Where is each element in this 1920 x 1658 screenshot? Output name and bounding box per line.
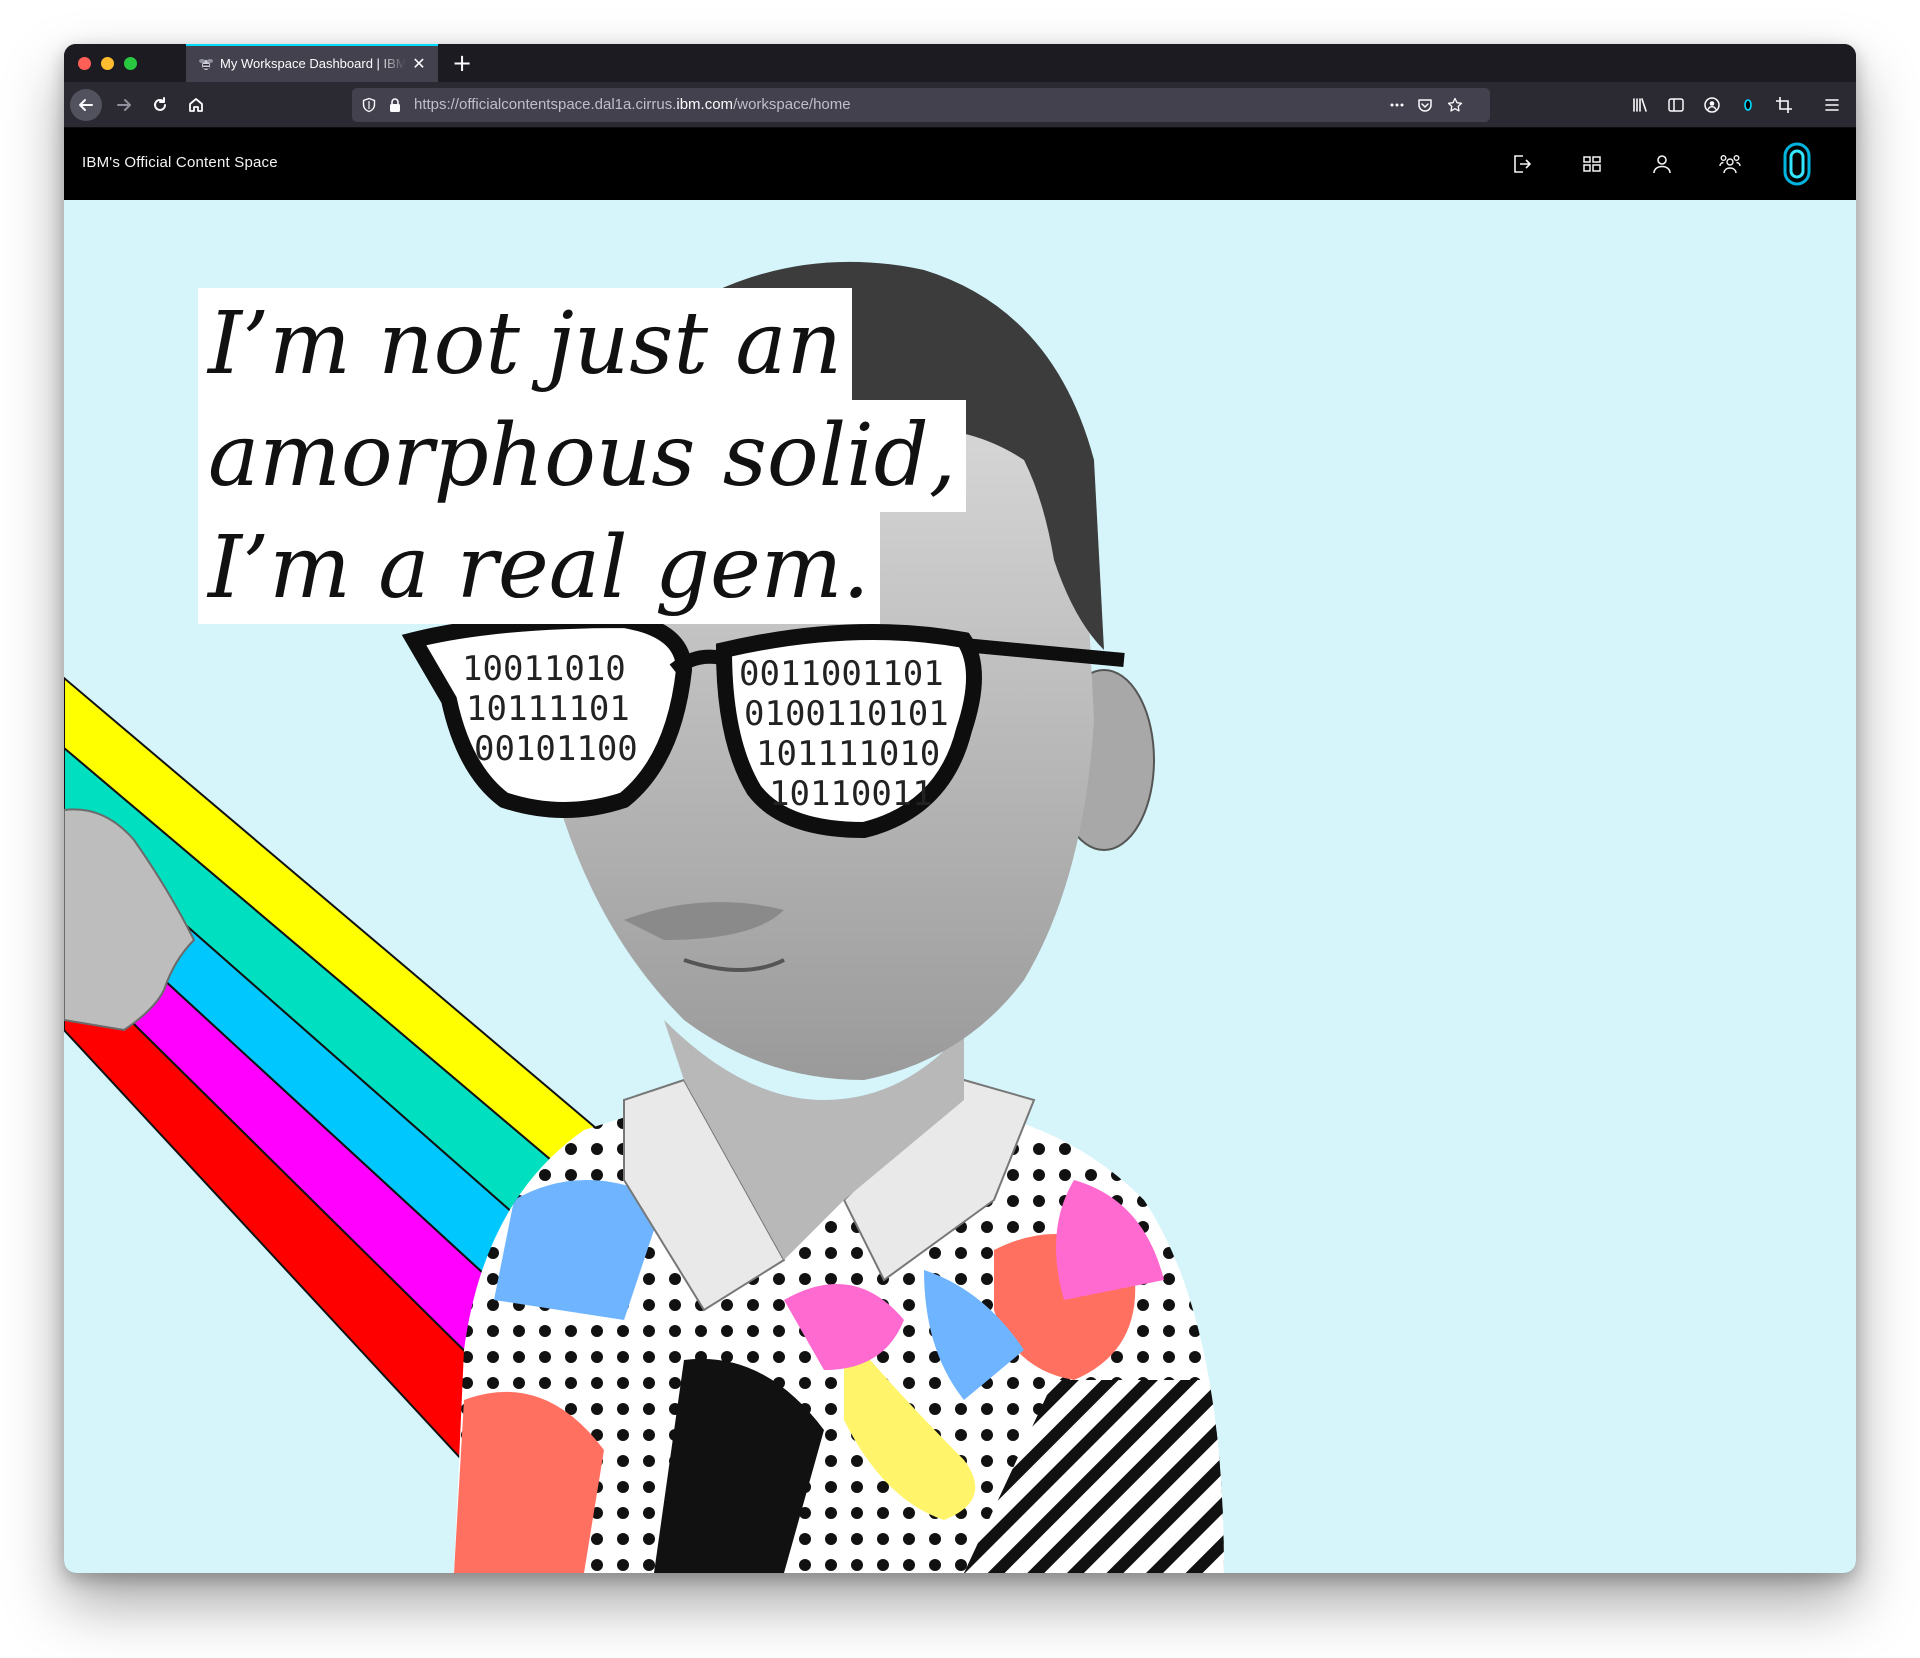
- bookmark-star-icon[interactable]: [1446, 96, 1464, 114]
- hero-quote-line-1: I’m not just an: [198, 288, 852, 400]
- logout-icon: [1514, 155, 1532, 173]
- logout-button[interactable]: [1506, 148, 1538, 180]
- home-icon: [189, 98, 203, 112]
- window-close-button[interactable]: [78, 57, 91, 70]
- arrow-right-icon: [117, 99, 131, 111]
- tab-title: My Workspace Dashboard | IBM: [220, 56, 406, 71]
- screenshot-button[interactable]: [1768, 89, 1800, 121]
- user-icon: [1653, 155, 1671, 174]
- sidebar-icon: [1668, 98, 1684, 112]
- app-header: IBM's Official Content Space: [64, 128, 1856, 200]
- account-button[interactable]: [1696, 89, 1728, 121]
- home-button[interactable]: [180, 89, 212, 121]
- url-prefix: https://officialcontentspace.dal1a.cirru…: [414, 96, 677, 113]
- hamburger-menu-icon: [1825, 99, 1839, 111]
- url-text[interactable]: https://officialcontentspace.dal1a.cirru…: [414, 96, 851, 113]
- svg-text:101111010: 101111010: [756, 734, 940, 774]
- reload-icon: [154, 97, 166, 111]
- url-path: /workspace/home: [733, 96, 851, 113]
- bee-favicon-icon: [198, 56, 214, 72]
- library-icon: [1633, 98, 1647, 112]
- account-icon: [1704, 97, 1720, 113]
- group-icon: [1719, 155, 1741, 174]
- tab-close-icon[interactable]: ✕: [410, 55, 428, 73]
- tracking-shield-icon[interactable]: [360, 96, 378, 114]
- extension-button[interactable]: [1732, 89, 1764, 121]
- svg-text:10011010: 10011010: [462, 649, 626, 689]
- menu-button[interactable]: [1816, 89, 1848, 121]
- arrow-left-icon: [79, 99, 93, 111]
- tab-active[interactable]: My Workspace Dashboard | IBM ✕: [186, 44, 438, 82]
- crop-icon: [1776, 97, 1792, 113]
- url-bar[interactable]: https://officialcontentspace.dal1a.cirru…: [352, 88, 1490, 122]
- svg-text:00101100: 00101100: [474, 729, 638, 769]
- hero-section: 10011010 10111101 00101100 0011001101 01…: [64, 200, 1856, 1573]
- url-domain: ibm.com: [676, 96, 734, 113]
- profile-button[interactable]: [1646, 148, 1678, 180]
- lock-icon[interactable]: [386, 96, 404, 114]
- assistant-button[interactable]: [1780, 142, 1814, 186]
- svg-text:0100110101: 0100110101: [744, 694, 949, 734]
- svg-text:10111101: 10111101: [466, 689, 630, 729]
- hero-quote-line-3: I’m a real gem.: [198, 512, 880, 624]
- window-maximize-button[interactable]: [124, 57, 137, 70]
- browser-window: My Workspace Dashboard | IBM ✕ + https:/…: [64, 44, 1856, 1573]
- team-button[interactable]: [1714, 148, 1746, 180]
- watson-assistant-icon: [1783, 142, 1811, 186]
- forward-button[interactable]: [108, 89, 140, 121]
- pocket-icon[interactable]: [1416, 96, 1434, 114]
- navigation-bar: https://officialcontentspace.dal1a.cirru…: [64, 82, 1856, 128]
- tab-strip: My Workspace Dashboard | IBM ✕ +: [64, 44, 1856, 82]
- svg-text:0011001101: 0011001101: [739, 654, 944, 694]
- hero-quote-line-2: amorphous solid,: [198, 400, 967, 512]
- svg-text:10110011: 10110011: [769, 774, 933, 814]
- apps-button[interactable]: [1576, 148, 1608, 180]
- new-tab-button[interactable]: +: [448, 49, 476, 77]
- window-minimize-button[interactable]: [101, 57, 114, 70]
- apps-grid-icon: [1583, 156, 1601, 172]
- library-button[interactable]: [1624, 89, 1656, 121]
- sidebar-button[interactable]: [1660, 89, 1692, 121]
- back-button[interactable]: [70, 89, 102, 121]
- watson-extension-icon: [1744, 99, 1752, 111]
- page-actions-icon[interactable]: [1388, 96, 1406, 114]
- app-title[interactable]: IBM's Official Content Space: [82, 154, 278, 171]
- reload-button[interactable]: [144, 89, 176, 121]
